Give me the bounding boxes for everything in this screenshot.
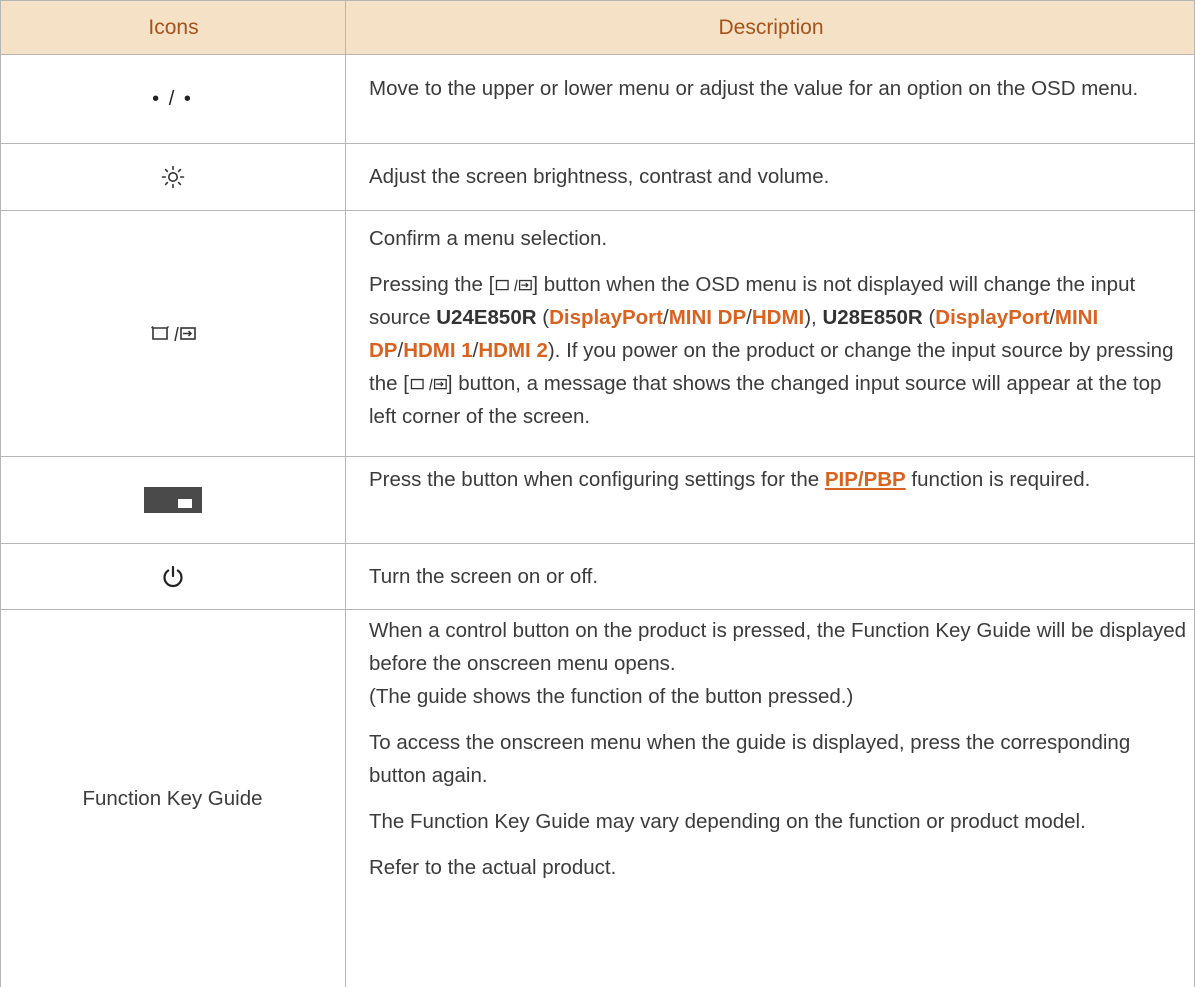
icon-cell-source (0, 211, 345, 456)
source-mini-dp: MINI DP (668, 306, 747, 329)
text-run: ( (536, 306, 550, 329)
description-text: Pressing the [] button when the OSD menu… (369, 268, 1189, 433)
text-run: Pressing the [ (369, 273, 495, 296)
table-header: Icons Description (0, 0, 1195, 55)
icon-cell-power (0, 544, 345, 609)
description-text: Refer to the actual product. (369, 856, 617, 879)
model-name: U24E850R (436, 306, 537, 329)
desc-cell-source: Confirm a menu selection. Pressing the [… (369, 222, 1189, 433)
power-icon (162, 565, 183, 587)
pip-pbp-link[interactable]: PIP/PBP (825, 468, 906, 491)
menu-source-icon (410, 378, 447, 391)
desc-cell-brightness: Adjust the screen brightness, contrast a… (369, 160, 1189, 193)
up-down-arrows-icon: • / • (152, 88, 193, 110)
description-text: To access the onscreen menu when the gui… (369, 731, 1131, 787)
description-text: Press the button when configuring settin… (369, 463, 1189, 496)
description-text: Adjust the screen brightness, contrast a… (369, 165, 830, 188)
function-key-guide-label: Function Key Guide (82, 786, 263, 810)
text-run: Press the button when configuring settin… (369, 468, 825, 491)
desc-cell-pip: Press the button when configuring settin… (369, 463, 1189, 496)
model-name: U28E850R (822, 306, 923, 329)
menu-source-icon (496, 279, 533, 292)
desc-cell-power: Turn the screen on or off. (369, 560, 1189, 593)
source-hdmi: HDMI (751, 306, 805, 329)
desc-cell-guide: When a control button on the product is … (369, 614, 1189, 884)
header-description: Description (718, 16, 824, 39)
source-hdmi-1: HDMI 1 (403, 339, 473, 362)
description-text: Turn the screen on or off. (369, 565, 599, 588)
source-displayport: DisplayPort (549, 306, 663, 329)
icon-cell-guide: Function Key Guide (0, 610, 345, 987)
pip-pbp-icon (143, 487, 202, 513)
header-icons: Icons (148, 16, 199, 39)
menu-source-icon (150, 325, 196, 341)
column-divider (345, 0, 346, 987)
text-run: function is required. (905, 468, 1091, 491)
desc-cell-updown: Move to the upper or lower menu or adjus… (369, 72, 1189, 105)
description-text: (The guide shows the function of the but… (369, 685, 854, 708)
description-text: Confirm a menu selection. (369, 227, 608, 250)
source-displayport: DisplayPort (935, 306, 1050, 329)
description-text: The Function Key Guide may vary dependin… (369, 810, 1086, 833)
icon-cell-brightness (0, 144, 345, 210)
description-text: When a control button on the product is … (369, 619, 1187, 675)
brightness-sun-icon (161, 165, 184, 189)
icon-cell-pip (0, 457, 345, 543)
text-run: ( (922, 306, 936, 329)
text-run: ), (804, 306, 823, 329)
icon-cell-updown: • / • (0, 56, 345, 143)
description-text: Move to the upper or lower menu or adjus… (369, 77, 1139, 100)
source-hdmi-2: HDMI 2 (478, 339, 548, 362)
text-run: ] button, a message that shows the chang… (369, 372, 1162, 428)
